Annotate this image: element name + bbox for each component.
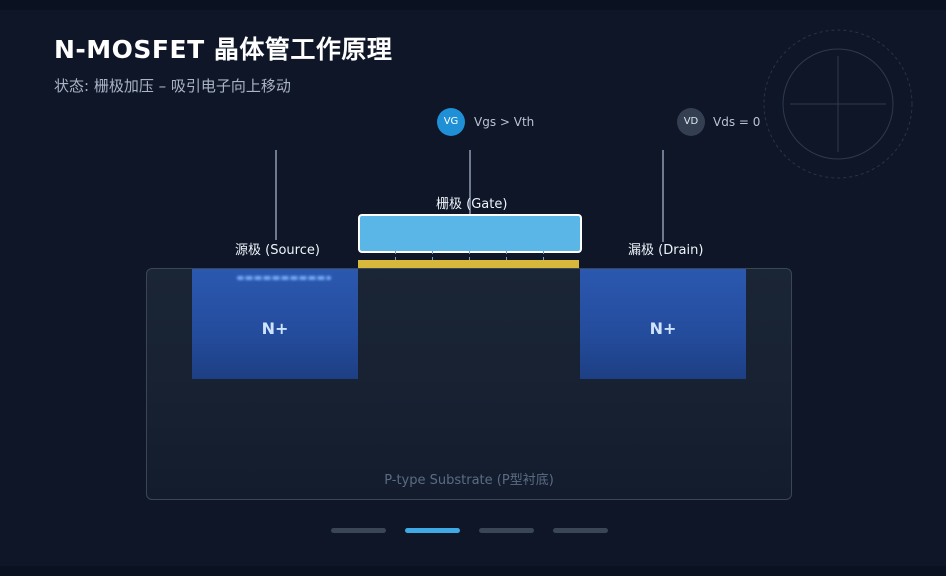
substrate-label: P-type Substrate (P型衬底): [384, 473, 554, 488]
pagination-dot-2[interactable]: [405, 528, 460, 533]
source-wire: [275, 150, 277, 240]
drain-voltage-text: Vds = 0: [713, 115, 761, 129]
field-line: [395, 251, 396, 260]
field-line: [469, 251, 470, 260]
drain-wire: [662, 150, 664, 242]
top-bar: [0, 0, 946, 10]
bottom-bar: [0, 566, 946, 576]
gate-voltage-text: Vgs > Vth: [474, 115, 535, 129]
drain-label: 漏极 (Drain): [628, 243, 704, 258]
drain-region-label: N+: [649, 319, 677, 338]
drain-voltage-badge: VD: [677, 108, 705, 136]
source-region-label: N+: [261, 319, 289, 338]
source-n-region: N+: [192, 269, 358, 379]
electron-cluster: [237, 276, 331, 280]
gate-electrode: [358, 214, 582, 253]
pagination-dot-3[interactable]: [479, 528, 534, 533]
field-line: [432, 251, 433, 260]
source-label: 源极 (Source): [235, 243, 320, 258]
drain-n-region: N+: [580, 269, 746, 379]
crosshair-decoration-icon: [763, 29, 913, 179]
pagination-dot-1[interactable]: [331, 528, 386, 533]
pagination-dot-4[interactable]: [553, 528, 608, 533]
field-line: [543, 251, 544, 260]
field-line: [506, 251, 507, 260]
page-title: N-MOSFET 晶体管工作原理: [54, 35, 393, 64]
state-subtitle: 状态: 栅极加压 – 吸引电子向上移动: [54, 77, 291, 95]
gate-voltage-badge: VG: [437, 108, 465, 136]
gate-label: 栅极 (Gate): [436, 197, 508, 212]
